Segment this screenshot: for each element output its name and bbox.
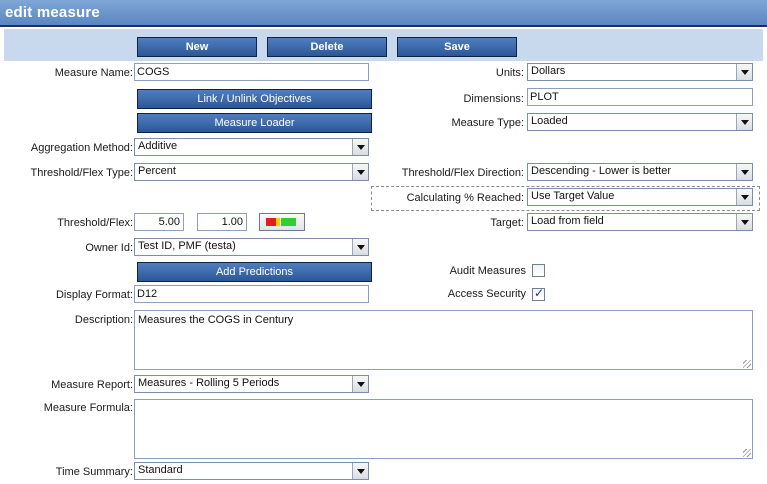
display-format-input[interactable]: D12 bbox=[134, 285, 369, 303]
units-select[interactable]: Dollars bbox=[527, 63, 753, 81]
measure-type-select[interactable]: Loaded bbox=[527, 113, 753, 131]
audit-measures-checkbox[interactable] bbox=[532, 264, 545, 277]
threshold-flex-label: Threshold/Flex: bbox=[57, 217, 133, 229]
threshold-flex-type-label: Threshold/Flex Type: bbox=[30, 167, 133, 179]
calculating-reached-value: Use Target Value bbox=[531, 190, 615, 202]
measure-type-value: Loaded bbox=[531, 115, 568, 127]
chevron-down-icon[interactable] bbox=[736, 64, 752, 80]
calculating-reached-label: Calculating % Reached: bbox=[406, 192, 524, 204]
checkmark-icon: ✓ bbox=[534, 286, 545, 300]
save-button[interactable]: Save bbox=[397, 37, 517, 57]
measure-report-label: Measure Report: bbox=[51, 379, 133, 391]
time-summary-select[interactable]: Standard bbox=[134, 462, 369, 480]
access-security-label: Access Security bbox=[447, 288, 526, 300]
flex-input[interactable]: 1.00 bbox=[197, 213, 247, 231]
threshold-flex-direction-label: Threshold/Flex Direction: bbox=[401, 167, 524, 179]
units-label: Units: bbox=[495, 67, 524, 79]
owner-id-select[interactable]: Test ID, PMF (testa) bbox=[134, 238, 369, 256]
resize-grip-icon[interactable] bbox=[743, 449, 751, 457]
red-segment bbox=[266, 218, 276, 226]
threshold-flex-type-value: Percent bbox=[138, 165, 176, 177]
measure-formula-textarea[interactable] bbox=[134, 399, 753, 459]
measure-loader-button[interactable]: Measure Loader bbox=[137, 113, 372, 133]
measure-name-input[interactable]: COGS bbox=[134, 63, 369, 81]
target-label: Target: bbox=[490, 217, 524, 229]
owner-id-label: Owner Id: bbox=[85, 242, 133, 254]
display-format-label: Display Format: bbox=[55, 289, 133, 301]
access-security-checkbox[interactable]: ✓ bbox=[532, 286, 545, 301]
description-label: Description: bbox=[74, 314, 133, 326]
chevron-down-icon[interactable] bbox=[352, 164, 368, 180]
units-value: Dollars bbox=[531, 65, 566, 77]
time-summary-value: Standard bbox=[138, 464, 183, 476]
target-select[interactable]: Load from field bbox=[527, 213, 753, 231]
threshold-flex-direction-value: Descending - Lower is better bbox=[531, 165, 672, 177]
threshold-input[interactable]: 5.00 bbox=[134, 213, 184, 231]
dimensions-label: Dimensions: bbox=[463, 93, 524, 105]
time-summary-label: Time Summary: bbox=[55, 466, 133, 478]
delete-button[interactable]: Delete bbox=[267, 37, 387, 57]
measure-report-select[interactable]: Measures - Rolling 5 Periods bbox=[134, 375, 369, 393]
target-value: Load from field bbox=[531, 215, 604, 227]
chevron-down-icon[interactable] bbox=[736, 189, 752, 205]
traffic-light-icon[interactable] bbox=[259, 213, 305, 231]
title-bar: edit measure bbox=[0, 0, 767, 27]
measure-formula-label: Measure Formula: bbox=[43, 402, 133, 414]
description-value: Measures the COGS in Century bbox=[138, 314, 294, 326]
chevron-down-icon[interactable] bbox=[352, 139, 368, 155]
yellow-segment bbox=[276, 218, 280, 226]
measure-type-label: Measure Type: bbox=[451, 117, 524, 129]
audit-measures-label: Audit Measures bbox=[449, 265, 526, 277]
chevron-down-icon[interactable] bbox=[736, 164, 752, 180]
resize-grip-icon[interactable] bbox=[743, 360, 751, 368]
measure-report-value: Measures - Rolling 5 Periods bbox=[138, 377, 280, 389]
owner-id-value: Test ID, PMF (testa) bbox=[138, 240, 236, 252]
add-predictions-button[interactable]: Add Predictions bbox=[137, 262, 372, 282]
chevron-down-icon[interactable] bbox=[736, 214, 752, 230]
aggregation-method-select[interactable]: Additive bbox=[134, 138, 369, 156]
chevron-down-icon[interactable] bbox=[352, 376, 368, 392]
description-textarea[interactable]: Measures the COGS in Century bbox=[134, 310, 753, 370]
page-title: edit measure bbox=[5, 4, 100, 21]
chevron-down-icon[interactable] bbox=[736, 114, 752, 130]
link-unlink-objectives-button[interactable]: Link / Unlink Objectives bbox=[137, 89, 372, 109]
measure-name-label: Measure Name: bbox=[54, 67, 133, 79]
chevron-down-icon[interactable] bbox=[352, 463, 368, 479]
green-segment bbox=[281, 218, 296, 226]
calculating-reached-select[interactable]: Use Target Value bbox=[527, 188, 753, 206]
aggregation-method-value: Additive bbox=[138, 140, 178, 152]
new-button[interactable]: New bbox=[137, 37, 257, 57]
threshold-flex-direction-select[interactable]: Descending - Lower is better bbox=[527, 163, 753, 181]
chevron-down-icon[interactable] bbox=[352, 239, 368, 255]
threshold-flex-type-select[interactable]: Percent bbox=[134, 163, 369, 181]
dimensions-input[interactable]: PLOT bbox=[527, 88, 753, 106]
aggregation-method-label: Aggregation Method: bbox=[30, 142, 133, 154]
